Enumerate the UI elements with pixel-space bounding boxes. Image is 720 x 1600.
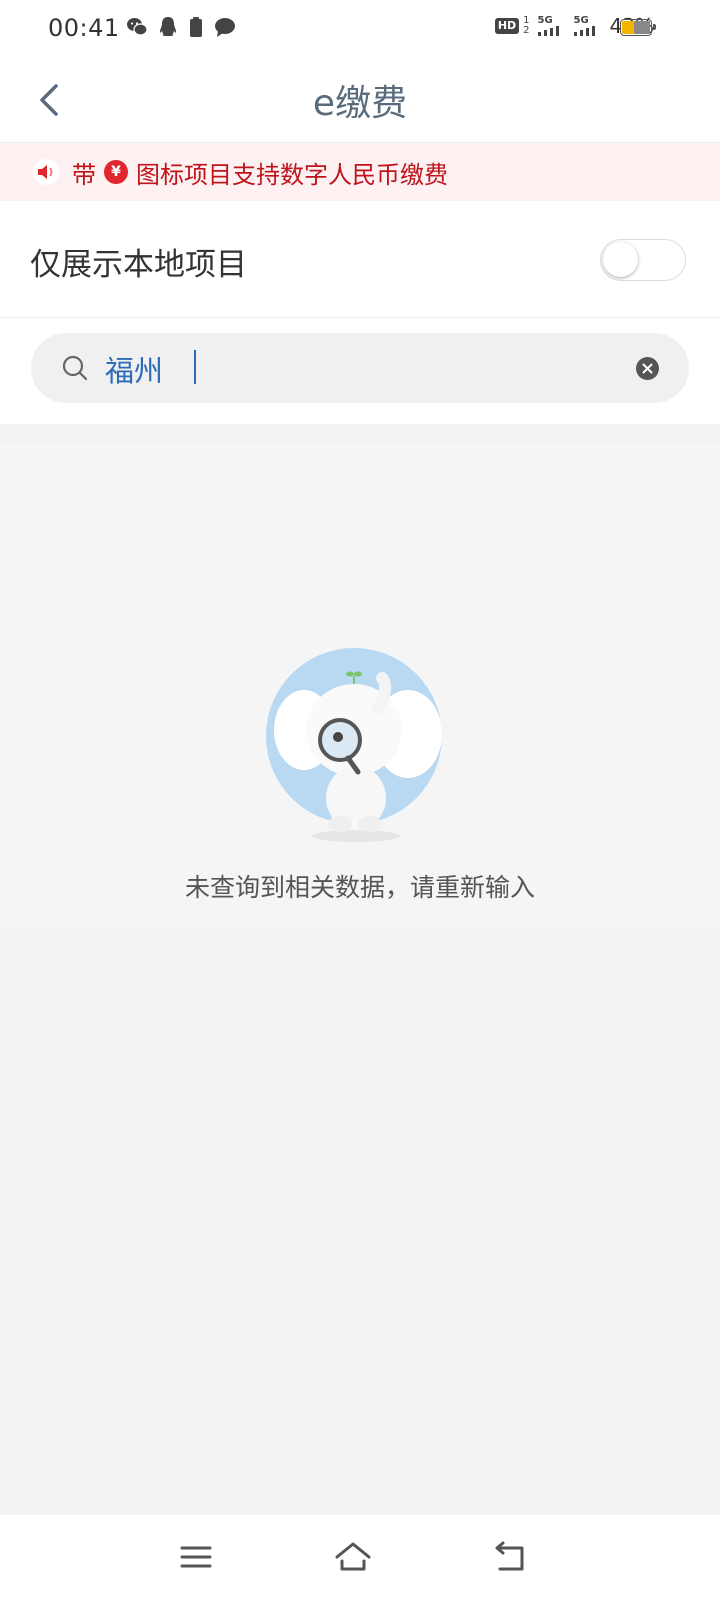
system-nav-bar (0, 1515, 720, 1600)
back-icon (495, 1541, 524, 1571)
local-filter-toggle[interactable] (600, 239, 686, 281)
wechat-icon (127, 18, 148, 36)
back-nav-button[interactable] (490, 1537, 530, 1577)
text-cursor (194, 350, 196, 384)
search-section (0, 318, 720, 424)
signal-1-label: 5G (537, 15, 553, 26)
status-bar: 00:41 HD 1 2 5G 5G (0, 0, 720, 58)
battery-icon (620, 19, 656, 36)
app-header: e缴费 (0, 58, 720, 143)
signal-bars-icon (537, 26, 559, 36)
message-icon (215, 18, 235, 37)
search-icon (62, 355, 88, 381)
empty-state: 未查询到相关数据，请重新输入 (0, 444, 720, 930)
notice-message: 图标项目支持数字人民币缴费 (136, 160, 448, 189)
signal-bars-icon (573, 26, 595, 36)
digital-rmb-notice: 带 ¥ 图标项目支持数字人民币缴费 (0, 143, 720, 201)
local-filter-row: 仅展示本地项目 (0, 201, 720, 318)
notice-prefix: 带 (72, 160, 96, 189)
clear-search-button[interactable] (636, 357, 659, 380)
home-icon (335, 1542, 371, 1571)
status-time: 00:41 (48, 14, 120, 42)
search-box (31, 333, 689, 403)
signal-2: 5G (573, 15, 602, 36)
battery-cap (653, 24, 656, 30)
battery-fill (622, 21, 635, 34)
local-filter-label: 仅展示本地项目 (30, 247, 247, 283)
notice-text: 带 ¥ 图标项目支持数字人民币缴费 (72, 155, 448, 190)
signal-2-label: 5G (573, 15, 589, 26)
signal-1: 5G (537, 15, 566, 36)
menu-button[interactable] (176, 1537, 216, 1577)
close-icon (642, 363, 653, 374)
page-title: e缴费 (312, 83, 408, 124)
home-button[interactable] (333, 1537, 373, 1577)
digital-rmb-icon: ¥ (104, 160, 128, 184)
qq-icon (160, 17, 176, 36)
elephant-magnifier-illustration (266, 648, 442, 842)
speaker-icon (33, 159, 59, 185)
toggle-knob (603, 242, 638, 277)
notification-icons (126, 16, 236, 38)
hd-indicator: HD (494, 18, 520, 34)
sim-bottom: 2 (523, 25, 530, 36)
sim-indicator: 1 2 (523, 16, 529, 36)
empty-message: 未查询到相关数据，请重新输入 (184, 873, 535, 902)
search-input[interactable] (103, 345, 627, 393)
menu-icon (180, 1546, 212, 1568)
battery-saver-icon (190, 17, 202, 37)
battery-empty (633, 21, 650, 34)
